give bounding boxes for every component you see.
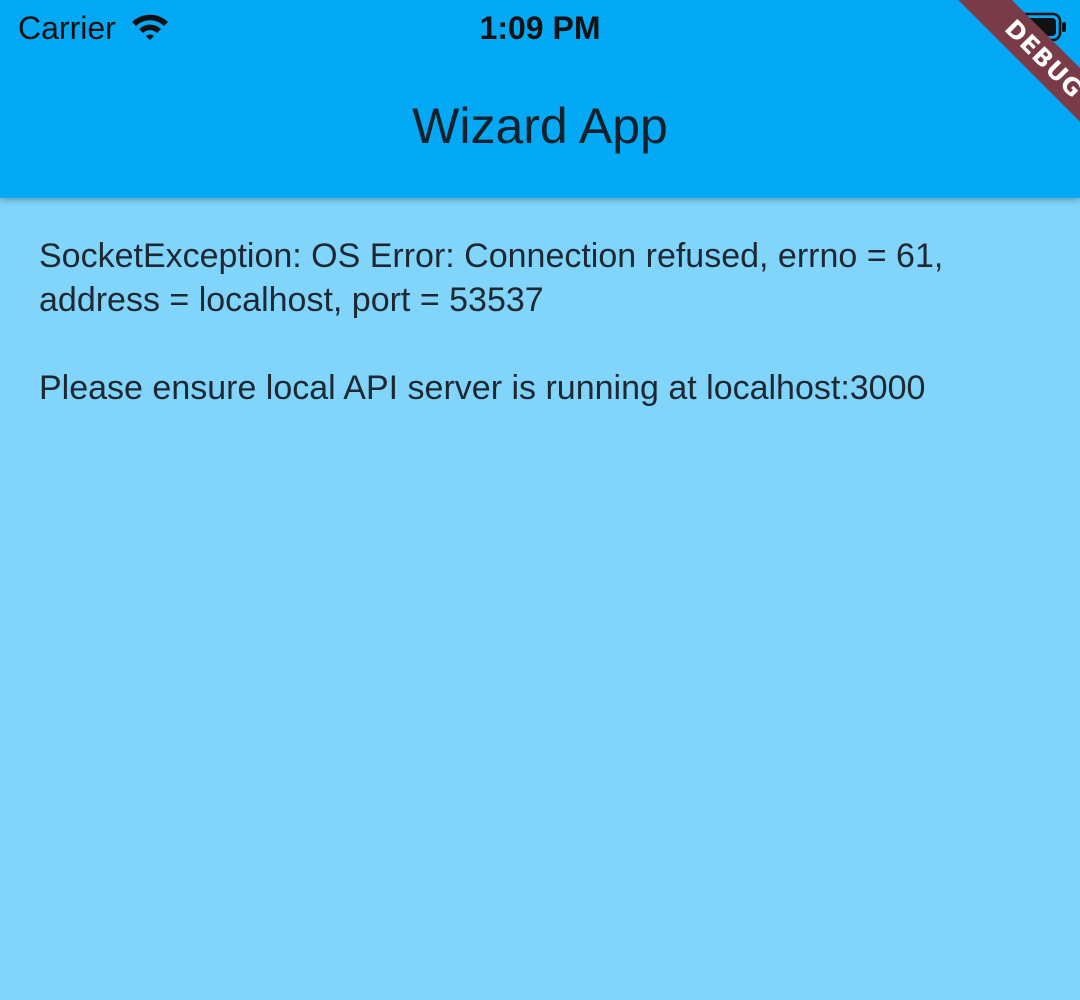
app-title: Wizard App: [412, 98, 668, 154]
server-hint-message: Please ensure local API server is runnin…: [39, 369, 926, 407]
error-message: SocketException: OS Error: Connection re…: [39, 237, 944, 319]
error-content: SocketException: OS Error: Connection re…: [39, 234, 1049, 410]
status-bar: Carrier 1:09 PM: [0, 0, 1080, 56]
battery-icon: [1002, 12, 1068, 42]
status-time: 1:09 PM: [479, 10, 601, 46]
app-bar: Carrier 1:09 PM Wizard App: [0, 0, 1080, 198]
